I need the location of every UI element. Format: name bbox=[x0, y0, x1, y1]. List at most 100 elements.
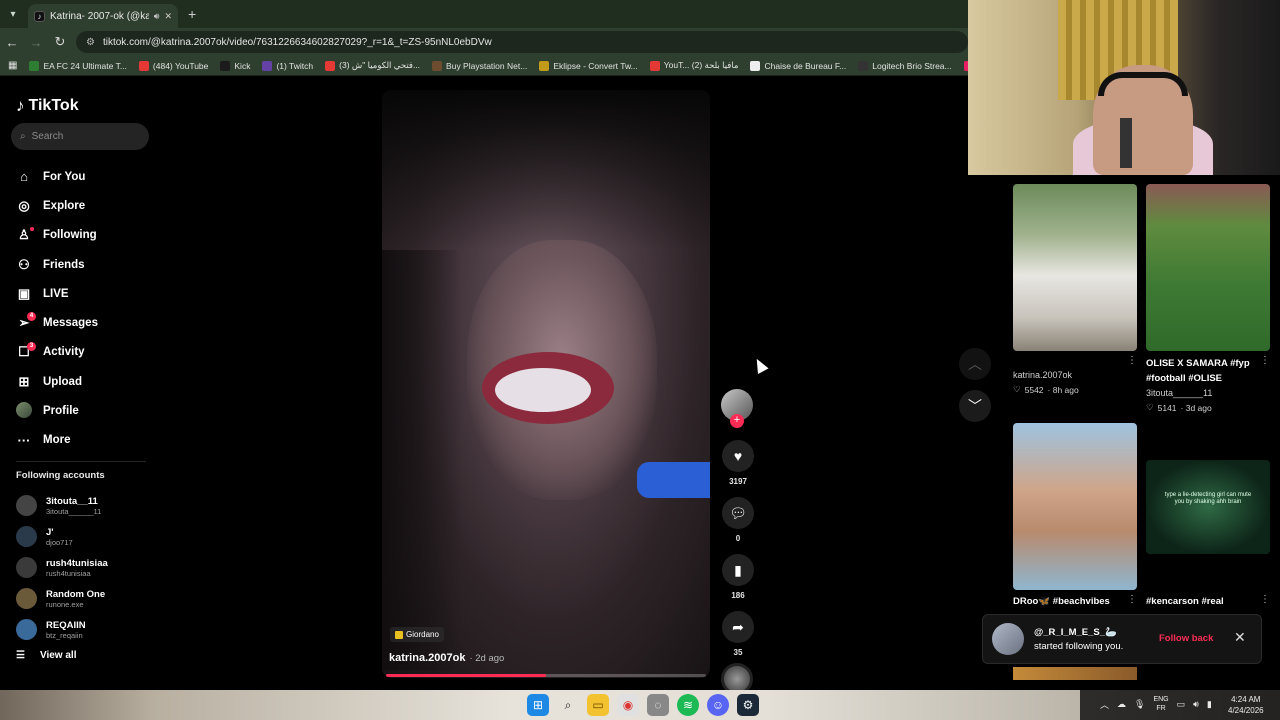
follower-name[interactable]: @_R_I_M_E_S_🦢 bbox=[1034, 627, 1123, 638]
speaker-icon[interactable]: 🔊︎ bbox=[154, 11, 160, 22]
nav-item-live[interactable]: ▣ LIVE bbox=[16, 279, 156, 308]
share-action[interactable]: ➦ 35 bbox=[721, 611, 755, 661]
browser-tab[interactable]: ♪ Katrina- 2007-ok (@katrina 🔊︎ ✕ bbox=[28, 4, 178, 28]
following-account[interactable]: J' djoo717 bbox=[16, 521, 156, 552]
onedrive-icon[interactable]: ☁ bbox=[1117, 699, 1126, 710]
tab-search-icon[interactable]: ▾ bbox=[4, 5, 22, 23]
next-video-button[interactable]: ﹀ bbox=[959, 390, 991, 422]
nav-item-friends[interactable]: ⚇ Friends bbox=[16, 250, 156, 279]
file-explorer-icon[interactable]: ▭ bbox=[587, 694, 609, 716]
nav-item-for-you[interactable]: ⌂ For You bbox=[16, 162, 156, 191]
notification-badge: 4 bbox=[27, 312, 36, 322]
rec-thumbnail[interactable] bbox=[1146, 184, 1270, 351]
more-options-icon[interactable]: ⋮ bbox=[1260, 355, 1270, 366]
nav-item-more[interactable]: ··· More bbox=[16, 426, 156, 455]
close-icon[interactable]: ✕ bbox=[1234, 629, 1246, 646]
language-indicator[interactable]: ENG FR bbox=[1153, 695, 1168, 713]
tiktok-logo[interactable]: ♪ TikTok bbox=[16, 96, 79, 116]
new-tab-button[interactable]: + bbox=[188, 6, 196, 22]
bookmark-item[interactable]: (484) YouTube bbox=[138, 60, 209, 71]
discord-icon[interactable]: ☺ bbox=[707, 694, 729, 716]
rec-user[interactable]: 3itouta______11 bbox=[1146, 388, 1212, 398]
bookmark-item[interactable]: YouT... مافيا بلحة (2) bbox=[649, 60, 738, 71]
rec-title[interactable]: OLISE X SAMARA #fyp #football #OLISE bbox=[1146, 356, 1274, 386]
nav-item-upload[interactable]: ⊞ Upload bbox=[16, 367, 156, 396]
comment-action[interactable]: 💬︎ 0 bbox=[721, 497, 755, 547]
bookmark-label: (1) Twitch bbox=[276, 60, 314, 71]
bookmark-favicon-icon bbox=[858, 60, 869, 71]
view-all-button[interactable]: ☰ View all bbox=[16, 650, 76, 661]
more-options-icon[interactable]: ⋮ bbox=[1127, 594, 1137, 605]
share-icon[interactable]: ➦ bbox=[722, 611, 754, 643]
rec-thumbnail[interactable] bbox=[1013, 184, 1137, 351]
more-options-icon[interactable]: ⋮ bbox=[1260, 594, 1270, 605]
back-icon[interactable]: ← bbox=[0, 35, 24, 50]
bookmark-item[interactable]: Kick bbox=[220, 60, 250, 71]
follow-back-button[interactable]: Follow back bbox=[1159, 633, 1213, 644]
search-placeholder: Search bbox=[31, 131, 64, 142]
chrome-icon[interactable]: ◉ bbox=[617, 694, 639, 716]
rec-thumbnail-partial[interactable] bbox=[1013, 667, 1137, 680]
bookmark-item[interactable]: (3) فتحي الكوميا "ش... bbox=[325, 60, 420, 71]
save-action[interactable]: ▮ 186 bbox=[721, 554, 755, 604]
like-action[interactable]: ♥ 3197 bbox=[721, 440, 755, 490]
tray-chevron-icon[interactable]: ︿ bbox=[1100, 698, 1109, 711]
rec-title[interactable]: DRoo🦋 #beachvibes bbox=[1013, 594, 1110, 609]
bookmark-item[interactable]: Eklipse - Convert Tw... bbox=[539, 60, 638, 71]
nav-item-explore[interactable]: ◎ Explore bbox=[16, 191, 156, 220]
bookmark-icon[interactable]: ▮ bbox=[722, 554, 754, 586]
bookmark-item[interactable]: Logitech Brio Strea... bbox=[858, 60, 952, 71]
author-name[interactable]: katrina.2007ok bbox=[389, 652, 465, 664]
rec-title[interactable]: #kencarson #real bbox=[1146, 594, 1224, 609]
nav-item-following[interactable]: ♙ Following bbox=[16, 221, 156, 250]
search-input[interactable]: ⌕ Search bbox=[11, 123, 149, 150]
windows-start-icon[interactable]: ⊞ bbox=[527, 694, 549, 716]
follower-avatar[interactable] bbox=[992, 623, 1024, 655]
nav-item-profile[interactable]: Profile bbox=[16, 396, 156, 425]
tiktok-sidebar: ♪ TikTok ⌕ Search ⌂ For You ◎ Explore ♙ Follo… bbox=[0, 76, 160, 690]
following-account[interactable]: REQAIIN btz_reqaiin bbox=[16, 614, 156, 645]
video-player[interactable]: Giordano katrina.2007ok · 2d ago bbox=[382, 90, 710, 678]
site-info-icon[interactable]: ⚙ bbox=[86, 37, 95, 48]
heart-icon[interactable]: ♥ bbox=[722, 440, 754, 472]
bookmark-item[interactable]: (1) Twitch bbox=[262, 60, 314, 71]
follow-plus-icon[interactable]: + bbox=[730, 414, 744, 428]
battery-icon[interactable]: ▮ bbox=[1207, 699, 1212, 710]
bookmark-label: (484) YouTube bbox=[152, 60, 209, 71]
volume-icon[interactable]: 🔊︎ bbox=[1193, 699, 1199, 710]
bookmark-item[interactable]: Chaise de Bureau F... bbox=[750, 60, 846, 71]
music-tag[interactable]: Giordano bbox=[390, 627, 444, 642]
spotify-icon[interactable]: ≋ bbox=[677, 694, 699, 716]
forward-icon[interactable]: → bbox=[24, 35, 48, 50]
rec-thumbnail[interactable]: type a lie-detecting girl can mute you b… bbox=[1146, 460, 1270, 554]
reload-icon[interactable]: ↻ bbox=[48, 34, 72, 50]
more-options-icon[interactable]: ⋮ bbox=[1127, 355, 1137, 366]
chevron-down-icon: ﹀ bbox=[968, 398, 982, 414]
app-icon[interactable]: ◌ bbox=[647, 694, 669, 716]
apps-icon[interactable]: ▦ bbox=[8, 60, 17, 71]
bookmark-item[interactable]: Buy Playstation Net... bbox=[432, 60, 527, 71]
close-tab-icon[interactable]: ✕ bbox=[164, 11, 172, 22]
nav-item-messages[interactable]: ➢ 4 Messages bbox=[16, 308, 156, 337]
video-hair bbox=[382, 250, 462, 670]
clock[interactable]: 4:24 AM 4/24/2026 bbox=[1228, 694, 1264, 716]
creator-avatar[interactable]: + bbox=[721, 389, 753, 428]
rec-age: · 8h ago bbox=[1047, 384, 1079, 395]
steam-icon[interactable]: ⚙ bbox=[737, 694, 759, 716]
video-progress-bar[interactable] bbox=[386, 674, 706, 677]
network-icon[interactable]: ▭ bbox=[1177, 699, 1186, 710]
bookmark-label: Eklipse - Convert Tw... bbox=[553, 60, 638, 71]
rec-user[interactable]: katrina.2007ok bbox=[1013, 370, 1072, 380]
nav-item-activity[interactable]: ☐ 3 Activity bbox=[16, 338, 156, 367]
address-bar[interactable]: ⚙ tiktok.com/@katrina.2007ok/video/76312… bbox=[76, 31, 968, 53]
comment-icon[interactable]: 💬︎ bbox=[722, 497, 754, 529]
previous-video-button[interactable]: ︿ bbox=[959, 348, 991, 380]
following-account[interactable]: Random One runone.exe bbox=[16, 583, 156, 614]
search-icon[interactable]: ⌕ bbox=[557, 694, 579, 716]
following-account[interactable]: 3itouta__11 3itouta______11 bbox=[16, 490, 156, 521]
video-author[interactable]: katrina.2007ok · 2d ago bbox=[389, 652, 504, 664]
bookmark-item[interactable]: EA FC 24 Ultimate T... bbox=[29, 60, 127, 71]
mic-icon[interactable]: 🎙︎ bbox=[1134, 699, 1145, 710]
rec-thumbnail[interactable] bbox=[1013, 423, 1137, 590]
following-account[interactable]: rush4tunisiaa rush4tunisiaa bbox=[16, 552, 156, 583]
